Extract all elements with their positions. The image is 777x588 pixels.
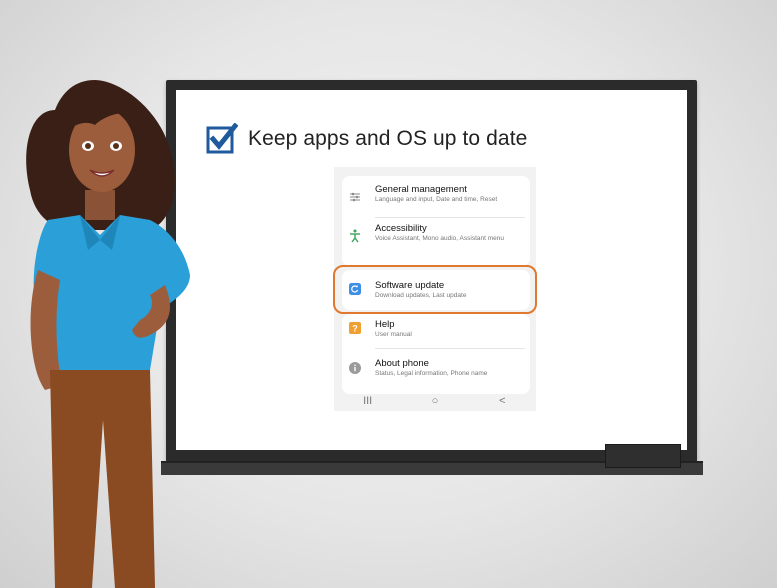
settings-item-subtitle: Language and input, Date and time, Reset — [375, 196, 498, 203]
divider — [375, 217, 525, 218]
settings-item-title: Accessibility — [375, 223, 427, 234]
settings-item-title: General management — [375, 184, 467, 195]
info-icon — [348, 361, 362, 375]
svg-text:?: ? — [352, 324, 358, 334]
settings-item-subtitle: Voice Assistant, Mono audio, Assistant m… — [375, 235, 504, 242]
settings-item-subtitle: User manual — [375, 331, 412, 338]
divider — [375, 348, 525, 349]
checkbox-checked-icon — [206, 123, 238, 154]
android-nav-bar: III ○ < — [334, 391, 536, 411]
settings-item-subtitle: Status, Legal information, Phone name — [375, 370, 488, 377]
recents-button[interactable]: III — [358, 395, 378, 407]
help-icon: ? — [348, 321, 362, 335]
slide-heading: Keep apps and OS up to date — [206, 122, 527, 156]
stage: Keep apps and OS up to date General mana… — [0, 0, 777, 588]
sliders-icon — [348, 190, 362, 204]
settings-item-title: Help — [375, 319, 395, 330]
eraser — [605, 444, 681, 468]
home-button[interactable]: ○ — [425, 395, 445, 407]
presenter-illustration — [26, 80, 190, 588]
settings-item-title: About phone — [375, 358, 429, 369]
slide-title: Keep apps and OS up to date — [248, 127, 528, 150]
highlight-box — [333, 265, 537, 314]
back-button[interactable]: < — [492, 395, 512, 407]
accessibility-icon — [348, 229, 362, 243]
